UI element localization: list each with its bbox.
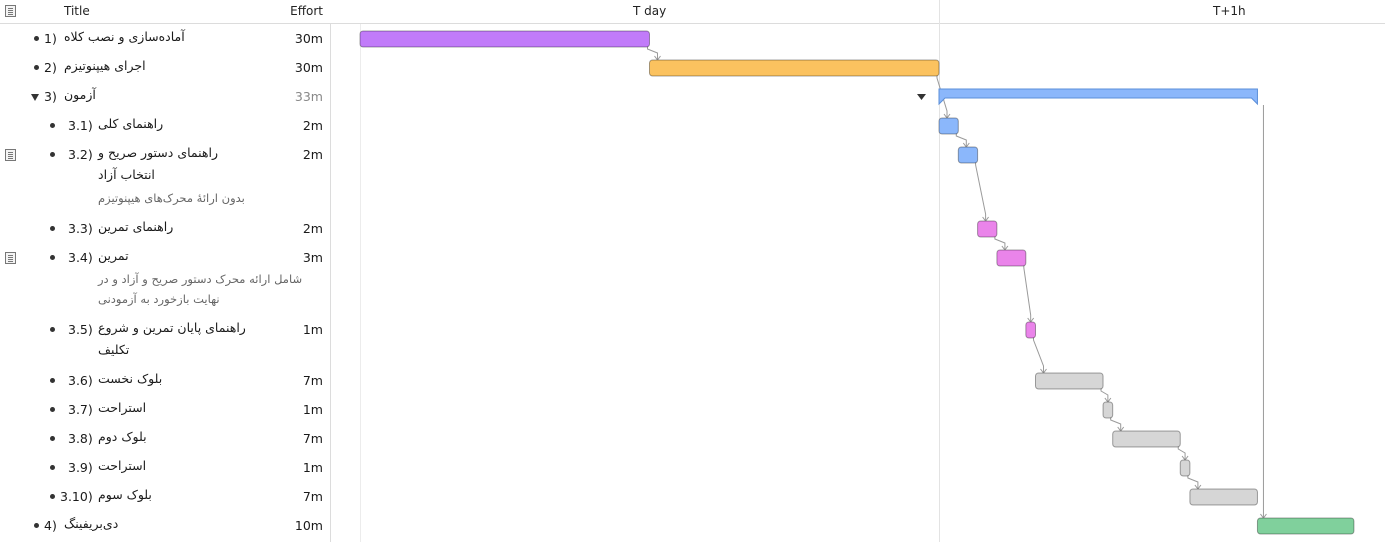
title-column-header[interactable]: Title: [64, 4, 90, 18]
task-title[interactable]: بلوک نخست: [98, 368, 162, 390]
task-title[interactable]: تکلیف: [98, 339, 129, 361]
outline-panel: Title Effort 1) آماده‌سازی و نصب کلاه 30m 2…: [0, 0, 331, 542]
note-icon[interactable]: [5, 149, 16, 161]
bullet-icon: [50, 226, 55, 231]
dependency-arrow: [1100, 387, 1109, 401]
bullet-icon: [50, 378, 55, 383]
bullet-icon: [50, 465, 55, 470]
task-bar: [977, 220, 998, 238]
task-effort: 30m: [294, 60, 323, 75]
dependency-arrow: [975, 161, 987, 220]
task-number: 1): [44, 31, 57, 46]
task-title[interactable]: آزمون: [64, 84, 96, 106]
dependency-arrow: [647, 45, 658, 59]
task-title[interactable]: راهنمای پایان تمرین و شروع: [98, 317, 246, 339]
task-number: 4): [44, 518, 57, 533]
task-number: 3.8): [68, 431, 93, 446]
task-effort: 1m: [302, 402, 323, 417]
task-number: 3.9): [68, 460, 93, 475]
task-number: 3.7): [68, 402, 93, 417]
task-number: 3.1): [68, 118, 93, 133]
task-title[interactable]: راهنمای کلی: [98, 113, 163, 135]
bullet-icon: [34, 65, 39, 70]
task-bar: [1256, 517, 1355, 535]
task-note: بدون ارائهٔ محرک‌های هیپنوتیزم: [98, 191, 245, 205]
bullet-icon: [50, 436, 55, 441]
group-summary-bar: [938, 88, 1258, 106]
task-effort: 7m: [302, 373, 323, 388]
task-number: 3.4): [68, 250, 93, 265]
task-number: 3.3): [68, 221, 93, 236]
bullet-icon: [34, 523, 39, 528]
task-effort: 2m: [302, 147, 323, 162]
dependency-arrow: [1187, 474, 1199, 488]
task-effort: 1m: [302, 460, 323, 475]
task-bar: [996, 249, 1027, 267]
notes-column-icon[interactable]: [5, 5, 16, 17]
bullet-icon: [50, 494, 55, 499]
task-title[interactable]: استراحت: [98, 455, 146, 477]
gantt-canvas: [359, 0, 1355, 542]
task-title[interactable]: اجرای هیپنوتیزم: [64, 55, 146, 77]
task-title[interactable]: تمرین: [98, 245, 129, 267]
task-number: 2): [44, 60, 57, 75]
task-number: 3.5): [68, 322, 93, 337]
task-bar: [1179, 459, 1191, 477]
task-bar: [1035, 372, 1104, 390]
task-bar: [957, 146, 979, 164]
dependency-arrow: [994, 235, 1006, 249]
dependency-arrow: [1177, 445, 1186, 459]
task-number: 3.2): [68, 147, 93, 162]
bullet-icon: [50, 123, 55, 128]
bullet-icon: [50, 152, 55, 157]
bullet-icon: [50, 407, 55, 412]
effort-column-header[interactable]: Effort: [290, 4, 323, 18]
task-effort: 10m: [294, 518, 323, 533]
task-bar: [359, 30, 650, 48]
task-effort: 30m: [294, 31, 323, 46]
dependency-arrow: [1023, 264, 1032, 321]
task-effort: 2m: [302, 221, 323, 236]
task-bar: [1112, 430, 1181, 448]
task-number: 3.6): [68, 373, 93, 388]
task-effort: 33m: [294, 89, 323, 104]
task-note: نهایت بازخورد به آزمودنی: [98, 292, 220, 306]
dependency-arrow: [1110, 416, 1122, 430]
task-title[interactable]: استراحت: [98, 397, 146, 419]
task-title[interactable]: راهنمای تمرین: [98, 216, 173, 238]
task-effort: 2m: [302, 118, 323, 133]
task-bar: [649, 59, 940, 77]
dependency-arrow: [1033, 336, 1044, 372]
task-bar: [938, 117, 959, 135]
task-note: شامل ارائه محرک دستور صریح و آزاد و در: [98, 272, 303, 286]
gantt-chart: T day T+1h: [331, 0, 1385, 542]
task-bar: [1025, 321, 1036, 339]
task-effort: 7m: [302, 489, 323, 504]
note-icon[interactable]: [5, 252, 16, 264]
task-title[interactable]: انتخاب آزاد: [98, 164, 155, 186]
bullet-icon: [50, 255, 55, 260]
bullet-icon: [50, 327, 55, 332]
task-effort: 3m: [302, 250, 323, 265]
task-effort: 1m: [302, 322, 323, 337]
task-title[interactable]: دی‌بریفینگ: [64, 513, 118, 535]
task-title[interactable]: آماده‌سازی و نصب کلاه: [64, 26, 185, 48]
outline-header: Title Effort: [0, 0, 331, 24]
bullet-icon: [34, 36, 39, 41]
task-number: 3.10): [60, 489, 93, 504]
dependency-arrow: [955, 132, 967, 146]
task-title[interactable]: راهنمای دستور صریح و: [98, 142, 218, 164]
task-title[interactable]: بلوک سوم: [98, 484, 152, 506]
group-collapse-icon: [917, 94, 926, 100]
task-title[interactable]: بلوک دوم: [98, 426, 147, 448]
task-number: 3): [44, 89, 57, 104]
task-bar: [1189, 488, 1258, 506]
task-effort: 7m: [302, 431, 323, 446]
task-bar: [1102, 401, 1114, 419]
collapse-toggle-icon[interactable]: [31, 94, 39, 101]
